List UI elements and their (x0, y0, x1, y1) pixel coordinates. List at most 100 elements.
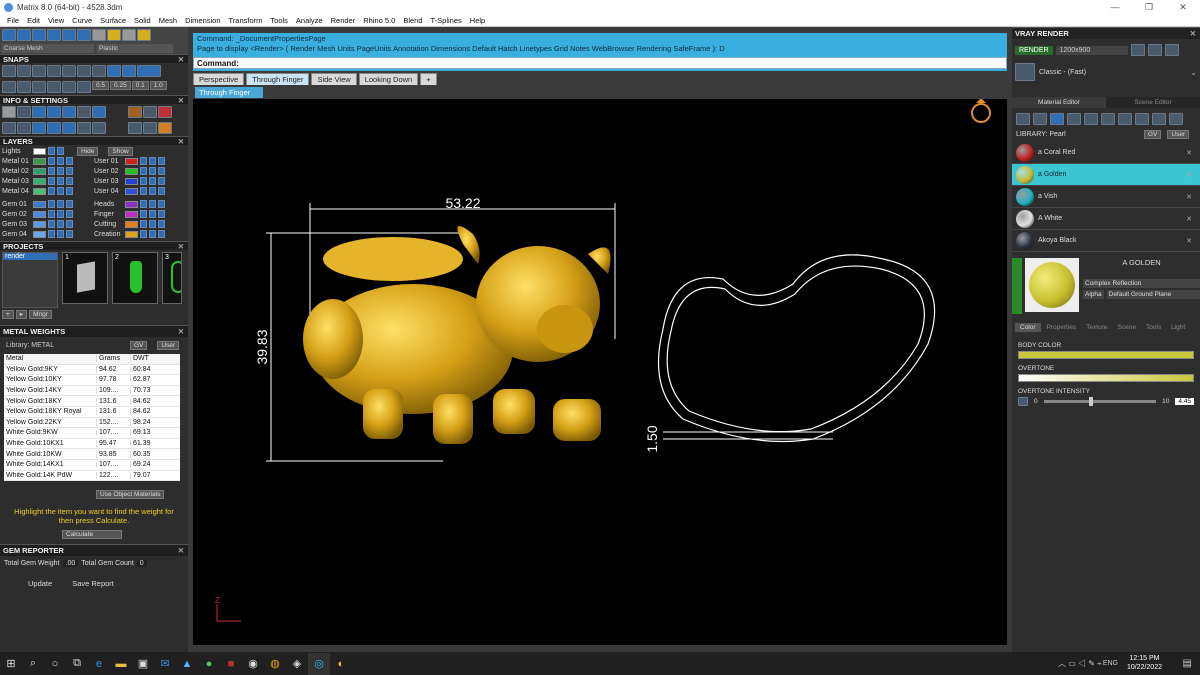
layer-visible-icon[interactable] (149, 220, 156, 228)
mail-icon[interactable]: ✉ (154, 653, 176, 675)
app-icon[interactable]: ■ (220, 653, 242, 675)
properties-icon[interactable] (62, 106, 76, 118)
tab-tools[interactable]: Tools (1142, 323, 1165, 332)
pig-model[interactable] (303, 226, 611, 444)
material-item[interactable]: a Coral Red ✕ (1012, 142, 1200, 164)
viewport[interactable]: 53.22 39.83 1.50 Z (193, 98, 1007, 645)
record-icon[interactable] (158, 106, 172, 118)
layer-lock-icon[interactable] (48, 157, 55, 165)
tree-icon[interactable] (143, 122, 157, 134)
close-icon[interactable]: ✕ (178, 545, 184, 557)
remove-icon[interactable]: ✕ (1186, 193, 1192, 201)
analyze-icon[interactable] (77, 106, 91, 118)
layer-visible-icon[interactable] (57, 187, 64, 195)
layer-lock-icon[interactable] (140, 167, 147, 175)
stone-icon[interactable] (1118, 113, 1132, 125)
resolution-field[interactable]: 1200x900 (1055, 45, 1128, 55)
layer-row[interactable]: User 02 (92, 166, 184, 176)
tab-through-finger[interactable]: Through Finger (246, 73, 310, 85)
table-row[interactable]: White Gold:14KX1 107.... 69.24 (4, 460, 180, 471)
texture-icon[interactable] (1067, 113, 1081, 125)
layer-select-icon[interactable] (158, 220, 165, 228)
remove-icon[interactable]: ✕ (1186, 149, 1192, 157)
task-view-icon[interactable]: ⧉ (66, 653, 88, 675)
gem-icon[interactable] (1033, 113, 1047, 125)
update-button[interactable]: Update (28, 579, 52, 588)
lights-lock-icon[interactable] (48, 147, 55, 155)
layer-lock-icon[interactable] (48, 210, 55, 218)
start-icon[interactable]: ⊞ (0, 653, 22, 675)
menu-analyze[interactable]: Analyze (292, 16, 327, 25)
layer-select-icon[interactable] (66, 167, 73, 175)
tab-color[interactable]: Color (1015, 323, 1041, 332)
measure-icon[interactable] (92, 106, 106, 118)
render-preset[interactable]: Classic - (Fast) (1039, 69, 1086, 76)
object-icon[interactable] (47, 106, 61, 118)
layer-lock-icon[interactable] (140, 187, 147, 195)
layer-select-icon[interactable] (158, 210, 165, 218)
layer-select-icon[interactable] (158, 157, 165, 165)
metal-icon[interactable] (1050, 113, 1064, 125)
snap-near-icon[interactable] (17, 65, 31, 77)
render-icon[interactable] (77, 29, 91, 41)
gumball-icon[interactable] (77, 81, 91, 93)
close-icon[interactable]: ✕ (178, 137, 184, 146)
material-select[interactable]: Plastic (97, 44, 173, 53)
menu-solid[interactable]: Solid (130, 16, 155, 25)
snap-toggle-icon[interactable] (137, 65, 161, 77)
language-indicator[interactable]: ENG (1103, 660, 1118, 667)
layer-visible-icon[interactable] (149, 187, 156, 195)
close-icon[interactable]: ✕ (178, 242, 184, 251)
col-dwt[interactable]: DWT (130, 355, 170, 363)
render-window-icon[interactable] (1164, 44, 1179, 56)
layer-select-icon[interactable] (66, 220, 73, 228)
glass-icon[interactable] (1135, 113, 1149, 125)
layer-color-swatch[interactable] (125, 230, 138, 238)
layer-color-swatch[interactable] (125, 167, 138, 175)
layer-select-icon[interactable] (158, 187, 165, 195)
layer-lock-icon[interactable] (140, 157, 147, 165)
snap-value-4[interactable]: 1.0 (149, 81, 167, 90)
layer-lock-icon[interactable] (140, 177, 147, 185)
project-thumb-1[interactable]: 1 (62, 252, 108, 304)
viewport-title[interactable]: Through Finger (195, 87, 263, 98)
overtone-slider[interactable] (1018, 374, 1194, 382)
menu-surface[interactable]: Surface (96, 16, 130, 25)
search-icon[interactable]: ⌕ (22, 653, 44, 675)
layer-visible-icon[interactable] (149, 177, 156, 185)
layer-visible-icon[interactable] (57, 220, 64, 228)
photos-icon[interactable]: ▲ (176, 653, 198, 675)
layer-row[interactable]: Gem 02 (0, 209, 92, 219)
layer-color-swatch[interactable] (125, 200, 138, 208)
table-row[interactable]: White Gold:14K PdW 122.... 79.07 (4, 471, 180, 482)
pattern-icon[interactable] (1084, 113, 1098, 125)
menu-view[interactable]: View (44, 16, 68, 25)
next-project-button[interactable]: ▸ (15, 310, 28, 319)
layer-lock-icon[interactable] (140, 230, 147, 238)
layer-row[interactable]: Metal 02 (0, 166, 92, 176)
menu-blend[interactable]: Blend (399, 16, 426, 25)
command-input[interactable]: Command: (193, 57, 1007, 69)
explorer-icon[interactable]: ▬ (110, 653, 132, 675)
material-item[interactable]: Akoya Black ✕ (1012, 230, 1200, 252)
project-list[interactable]: render (2, 252, 58, 308)
menu-mesh[interactable]: Mesh (155, 16, 181, 25)
calculate-button[interactable]: Calculate (62, 530, 122, 540)
material-item[interactable]: A White ✕ (1012, 208, 1200, 230)
store-icon[interactable]: ▣ (132, 653, 154, 675)
remove-icon[interactable]: ✕ (1186, 215, 1192, 223)
tab-light[interactable]: Light (1167, 323, 1189, 332)
clock[interactable]: 12:15 PM 10/22/2022 (1127, 654, 1162, 672)
sphere-icon[interactable] (32, 29, 46, 41)
tab-scene[interactable]: Scene (1114, 323, 1140, 332)
layer-row[interactable]: Gem 03 (0, 219, 92, 229)
layer-select-icon[interactable] (66, 187, 73, 195)
user-button[interactable]: User (157, 341, 180, 350)
snap-value-2[interactable]: 0.25 (110, 81, 131, 90)
layer-visible-icon[interactable] (149, 167, 156, 175)
layer-color-swatch[interactable] (125, 187, 138, 195)
table-row[interactable]: White Gold:10KW 93.85 60.35 (4, 449, 180, 460)
add-tab-button[interactable]: + (420, 73, 437, 85)
close-button[interactable]: ✕ (1166, 0, 1200, 14)
ortho-icon[interactable] (17, 81, 31, 93)
